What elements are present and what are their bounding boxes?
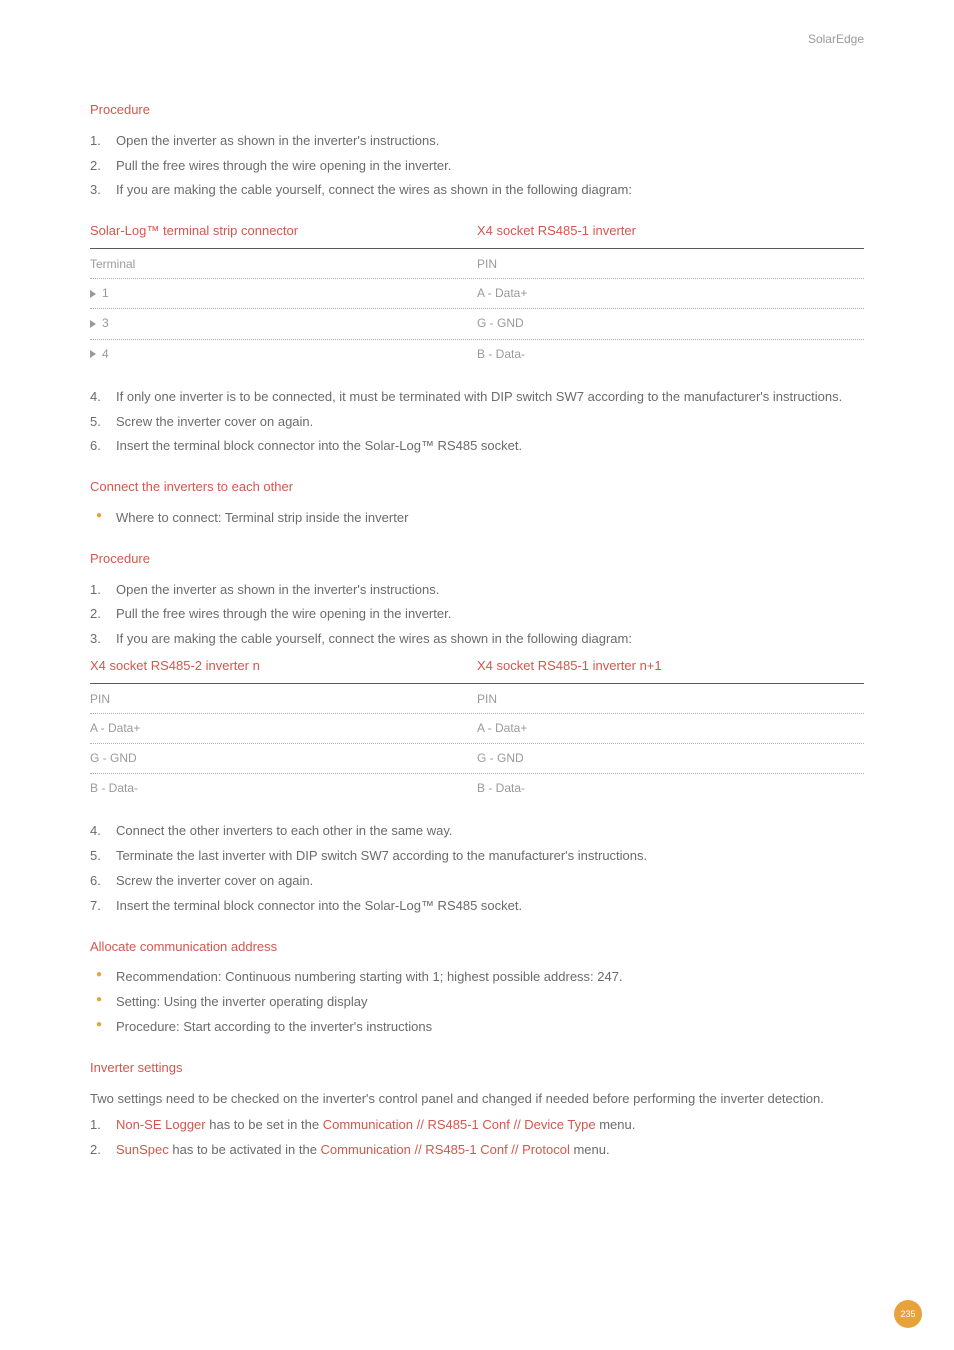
list-text: If only one inverter is to be connected,… [116, 389, 842, 404]
list-item: Procedure: Start according to the invert… [90, 1017, 864, 1038]
list-text: Insert the terminal block connector into… [116, 438, 522, 453]
table-sub-cell: PIN [477, 690, 864, 709]
setting-text: has to be activated in the [169, 1142, 321, 1157]
list-text: Open the inverter as shown in the invert… [116, 582, 439, 597]
list-text: Connect the other inverters to each othe… [116, 823, 453, 838]
setting-value: Non-SE Logger [116, 1117, 206, 1132]
list-item: 3.If you are making the cable yourself, … [90, 629, 864, 650]
setting-value: SunSpec [116, 1142, 169, 1157]
triangle-icon [90, 290, 96, 298]
inverter-settings-intro: Two settings need to be checked on the i… [90, 1089, 864, 1110]
list-item: 6.Insert the terminal block connector in… [90, 436, 864, 457]
procedure-2-title: Procedure [90, 549, 864, 570]
procedure-1-list: 1.Open the inverter as shown in the inve… [90, 131, 864, 201]
table-row: G - GND G - GND [90, 744, 864, 774]
table-sub-cell: PIN [90, 690, 477, 709]
page-number-badge: 235 [894, 1300, 922, 1328]
table-cell: A - Data+ [90, 719, 477, 738]
list-item: 1.Open the inverter as shown in the inve… [90, 131, 864, 152]
list-item: Where to connect: Terminal strip inside … [90, 508, 864, 529]
connect-inverters-title: Connect the inverters to each other [90, 477, 864, 498]
header-brand: SolarEdge [808, 30, 864, 49]
list-item: 2.SunSpec has to be activated in the Com… [90, 1140, 864, 1161]
list-item: 1.Non-SE Logger has to be set in the Com… [90, 1115, 864, 1136]
table-sub-cell: PIN [477, 255, 864, 274]
table-cell: G - GND [477, 749, 864, 768]
list-text: Setting: Using the inverter operating di… [116, 994, 367, 1009]
list-item: 4.If only one inverter is to be connecte… [90, 387, 864, 408]
table-cell: 4 [90, 345, 477, 364]
table-cell: B - Data- [477, 779, 864, 798]
list-text: If you are making the cable yourself, co… [116, 631, 632, 646]
list-text: Where to connect: Terminal strip inside … [116, 510, 408, 525]
list-item: 4.Connect the other inverters to each ot… [90, 821, 864, 842]
procedure-2-list: 1.Open the inverter as shown in the inve… [90, 580, 864, 650]
list-item: Recommendation: Continuous numbering sta… [90, 967, 864, 988]
list-item: 5.Screw the inverter cover on again. [90, 412, 864, 433]
triangle-icon [90, 350, 96, 358]
setting-text: has to be set in the [206, 1117, 323, 1132]
setting-text: menu. [570, 1142, 610, 1157]
list-text: If you are making the cable yourself, co… [116, 182, 632, 197]
table-cell: G - GND [90, 749, 477, 768]
list-text: Open the inverter as shown in the invert… [116, 133, 439, 148]
table-cell: A - Data+ [477, 719, 864, 738]
main-content: Procedure 1.Open the inverter as shown i… [90, 100, 864, 1161]
setting-text: menu. [596, 1117, 636, 1132]
table-cell: 1 [90, 284, 477, 303]
list-item: Setting: Using the inverter operating di… [90, 992, 864, 1013]
connect-inverters-list: Where to connect: Terminal strip inside … [90, 508, 864, 529]
table-subheader: PIN PIN [90, 684, 864, 714]
list-item: 5.Terminate the last inverter with DIP s… [90, 846, 864, 867]
list-item: 3.If you are making the cable yourself, … [90, 180, 864, 201]
table-header: Solar-Log™ terminal strip connector X4 s… [90, 221, 864, 249]
table-row: 1 A - Data+ [90, 279, 864, 309]
allocate-address-title: Allocate communication address [90, 937, 864, 958]
allocate-address-list: Recommendation: Continuous numbering sta… [90, 967, 864, 1037]
list-item: 6.Screw the inverter cover on again. [90, 871, 864, 892]
table-cell: 3 [90, 314, 477, 333]
list-text: Recommendation: Continuous numbering sta… [116, 969, 623, 984]
table-head-cell: X4 socket RS485-1 inverter n+1 [477, 656, 864, 677]
table-cell: B - Data- [477, 345, 864, 364]
list-text: Pull the free wires through the wire ope… [116, 158, 451, 173]
list-text: Screw the inverter cover on again. [116, 873, 313, 888]
list-text: Procedure: Start according to the invert… [116, 1019, 432, 1034]
table-row: A - Data+ A - Data+ [90, 714, 864, 744]
table-cell: B - Data- [90, 779, 477, 798]
table-subheader: Terminal PIN [90, 249, 864, 279]
inverter-settings-title: Inverter settings [90, 1058, 864, 1079]
table-head-cell: X4 socket RS485-1 inverter [477, 221, 864, 242]
list-text: Insert the terminal block connector into… [116, 898, 522, 913]
table-header: X4 socket RS485-2 inverter n X4 socket R… [90, 656, 864, 684]
procedure-1-title: Procedure [90, 100, 864, 121]
inverter-settings-list: 1.Non-SE Logger has to be set in the Com… [90, 1115, 864, 1161]
menu-path: Communication // RS485-1 Conf // Protoco… [321, 1142, 570, 1157]
triangle-icon [90, 320, 96, 328]
table-row: 3 G - GND [90, 309, 864, 339]
table-head-cell: X4 socket RS485-2 inverter n [90, 656, 477, 677]
terminal-table-2: X4 socket RS485-2 inverter n X4 socket R… [90, 656, 864, 804]
list-text: Terminate the last inverter with DIP swi… [116, 848, 647, 863]
table-cell: A - Data+ [477, 284, 864, 303]
table-sub-cell: Terminal [90, 255, 477, 274]
procedure-2b-list: 4.Connect the other inverters to each ot… [90, 821, 864, 916]
table-row: B - Data- B - Data- [90, 774, 864, 803]
table-row: 4 B - Data- [90, 340, 864, 369]
procedure-1b-list: 4.If only one inverter is to be connecte… [90, 387, 864, 457]
table-cell: G - GND [477, 314, 864, 333]
menu-path: Communication // RS485-1 Conf // Device … [323, 1117, 596, 1132]
list-item: 1.Open the inverter as shown in the inve… [90, 580, 864, 601]
list-text: Screw the inverter cover on again. [116, 414, 313, 429]
list-item: 2.Pull the free wires through the wire o… [90, 156, 864, 177]
list-item: 2.Pull the free wires through the wire o… [90, 604, 864, 625]
terminal-table-1: Solar-Log™ terminal strip connector X4 s… [90, 221, 864, 369]
table-head-cell: Solar-Log™ terminal strip connector [90, 221, 477, 242]
list-text: Pull the free wires through the wire ope… [116, 606, 451, 621]
list-item: 7.Insert the terminal block connector in… [90, 896, 864, 917]
